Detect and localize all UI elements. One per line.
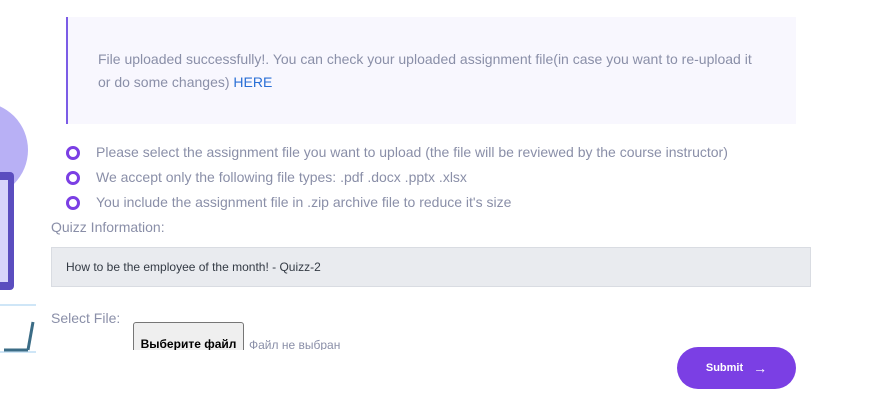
arrow-right-icon: → [753, 360, 768, 376]
file-status-text: Файл не выбран [249, 338, 341, 350]
submit-label: Submit [705, 362, 744, 374]
choose-file-button[interactable]: Выберите файл [133, 322, 244, 350]
submit-button[interactable]: Submit → [677, 347, 796, 389]
file-input-clip: Выберите файл Файл не выбран [0, 0, 869, 350]
